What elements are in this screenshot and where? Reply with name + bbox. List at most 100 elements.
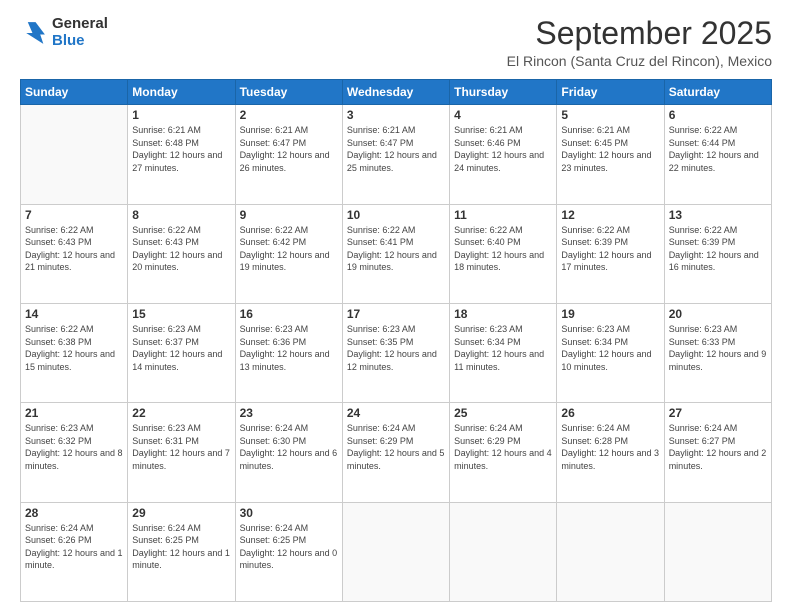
day-info: Sunrise: 6:23 AMSunset: 6:36 PMDaylight:… — [240, 323, 338, 373]
day-number: 18 — [454, 307, 552, 321]
table-row: 26Sunrise: 6:24 AMSunset: 6:28 PMDayligh… — [557, 403, 664, 502]
day-number: 14 — [25, 307, 123, 321]
logo: General Blue — [20, 16, 108, 49]
day-info: Sunrise: 6:21 AMSunset: 6:45 PMDaylight:… — [561, 124, 659, 174]
month-title: September 2025 — [507, 16, 772, 51]
day-info: Sunrise: 6:24 AMSunset: 6:27 PMDaylight:… — [669, 422, 767, 472]
day-info: Sunrise: 6:24 AMSunset: 6:29 PMDaylight:… — [347, 422, 445, 472]
day-number: 17 — [347, 307, 445, 321]
table-row: 29 Sunrise: 6:24 AMSunset: 6:25 PMDayligh… — [128, 502, 235, 601]
day-info: Sunrise: 6:22 AMSunset: 6:39 PMDaylight:… — [669, 224, 767, 274]
table-row: 6 Sunrise: 6:22 AMSunset: 6:44 PMDaylight… — [664, 105, 771, 204]
day-number: 5 — [561, 108, 659, 122]
table-row — [664, 502, 771, 601]
day-number: 7 — [25, 208, 123, 222]
col-wednesday: Wednesday — [342, 80, 449, 105]
calendar-header-row: Sunday Monday Tuesday Wednesday Thursday… — [21, 80, 772, 105]
col-tuesday: Tuesday — [235, 80, 342, 105]
day-info: Sunrise: 6:23 AMSunset: 6:32 PMDaylight:… — [25, 422, 123, 472]
table-row: 30Sunrise: 6:24 AMSunset: 6:25 PMDayligh… — [235, 502, 342, 601]
table-row: 5 Sunrise: 6:21 AMSunset: 6:45 PMDaylight… — [557, 105, 664, 204]
table-row — [450, 502, 557, 601]
table-row: 12 Sunrise: 6:22 AMSunset: 6:39 PMDayligh… — [557, 204, 664, 303]
table-row: 13 Sunrise: 6:22 AMSunset: 6:39 PMDayligh… — [664, 204, 771, 303]
day-info: Sunrise: 6:22 AMSunset: 6:39 PMDaylight:… — [561, 224, 659, 274]
col-thursday: Thursday — [450, 80, 557, 105]
table-row: 2 Sunrise: 6:21 AMSunset: 6:47 PMDaylight… — [235, 105, 342, 204]
day-number: 12 — [561, 208, 659, 222]
day-number: 20 — [669, 307, 767, 321]
table-row: 16 Sunrise: 6:23 AMSunset: 6:36 PMDayligh… — [235, 303, 342, 402]
table-row: 18 Sunrise: 6:23 AMSunset: 6:34 PMDayligh… — [450, 303, 557, 402]
day-number: 25 — [454, 406, 552, 420]
table-row — [21, 105, 128, 204]
day-info: Sunrise: 6:23 AMSunset: 6:34 PMDaylight:… — [454, 323, 552, 373]
table-row: 23Sunrise: 6:24 AMSunset: 6:30 PMDayligh… — [235, 403, 342, 502]
day-number: 19 — [561, 307, 659, 321]
col-friday: Friday — [557, 80, 664, 105]
day-info: Sunrise: 6:21 AMSunset: 6:47 PMDaylight:… — [240, 124, 338, 174]
table-row: 17Sunrise: 6:23 AMSunset: 6:35 PMDayligh… — [342, 303, 449, 402]
day-number: 10 — [347, 208, 445, 222]
header: General Blue September 2025 El Rincon (S… — [20, 16, 772, 69]
calendar-week-row: 7 Sunrise: 6:22 AMSunset: 6:43 PMDaylight… — [21, 204, 772, 303]
day-info: Sunrise: 6:24 AMSunset: 6:25 PMDaylight:… — [240, 522, 338, 572]
day-info: Sunrise: 6:24 AMSunset: 6:26 PMDaylight:… — [25, 522, 123, 572]
day-number: 15 — [132, 307, 230, 321]
day-info: Sunrise: 6:24 AMSunset: 6:29 PMDaylight:… — [454, 422, 552, 472]
table-row: 3 Sunrise: 6:21 AMSunset: 6:47 PMDaylight… — [342, 105, 449, 204]
table-row: 24 Sunrise: 6:24 AMSunset: 6:29 PMDayligh… — [342, 403, 449, 502]
logo-general-text: General — [52, 16, 108, 33]
logo-text: General Blue — [52, 16, 108, 49]
table-row: 15 Sunrise: 6:23 AMSunset: 6:37 PMDayligh… — [128, 303, 235, 402]
day-info: Sunrise: 6:21 AMSunset: 6:47 PMDaylight:… — [347, 124, 445, 174]
day-number: 24 — [347, 406, 445, 420]
day-info: Sunrise: 6:23 AMSunset: 6:37 PMDaylight:… — [132, 323, 230, 373]
day-number: 26 — [561, 406, 659, 420]
day-info: Sunrise: 6:21 AMSunset: 6:48 PMDaylight:… — [132, 124, 230, 174]
day-info: Sunrise: 6:23 AMSunset: 6:33 PMDaylight:… — [669, 323, 767, 373]
day-number: 11 — [454, 208, 552, 222]
day-info: Sunrise: 6:24 AMSunset: 6:25 PMDaylight:… — [132, 522, 230, 572]
col-sunday: Sunday — [21, 80, 128, 105]
title-block: September 2025 El Rincon (Santa Cruz del… — [507, 16, 772, 69]
day-number: 2 — [240, 108, 338, 122]
day-number: 8 — [132, 208, 230, 222]
table-row: 20 Sunrise: 6:23 AMSunset: 6:33 PMDayligh… — [664, 303, 771, 402]
logo-icon — [20, 19, 48, 47]
day-info: Sunrise: 6:22 AMSunset: 6:42 PMDaylight:… — [240, 224, 338, 274]
table-row: 28 Sunrise: 6:24 AMSunset: 6:26 PMDayligh… — [21, 502, 128, 601]
day-number: 22 — [132, 406, 230, 420]
table-row: 11 Sunrise: 6:22 AMSunset: 6:40 PMDayligh… — [450, 204, 557, 303]
table-row: 19Sunrise: 6:23 AMSunset: 6:34 PMDayligh… — [557, 303, 664, 402]
day-number: 13 — [669, 208, 767, 222]
day-number: 6 — [669, 108, 767, 122]
col-saturday: Saturday — [664, 80, 771, 105]
table-row: 1Sunrise: 6:21 AMSunset: 6:48 PMDaylight… — [128, 105, 235, 204]
table-row: 14 Sunrise: 6:22 AMSunset: 6:38 PMDayligh… — [21, 303, 128, 402]
day-number: 3 — [347, 108, 445, 122]
table-row: 10Sunrise: 6:22 AMSunset: 6:41 PMDayligh… — [342, 204, 449, 303]
day-info: Sunrise: 6:22 AMSunset: 6:44 PMDaylight:… — [669, 124, 767, 174]
col-monday: Monday — [128, 80, 235, 105]
day-info: Sunrise: 6:22 AMSunset: 6:43 PMDaylight:… — [25, 224, 123, 274]
day-info: Sunrise: 6:22 AMSunset: 6:40 PMDaylight:… — [454, 224, 552, 274]
day-info: Sunrise: 6:23 AMSunset: 6:31 PMDaylight:… — [132, 422, 230, 472]
day-info: Sunrise: 6:21 AMSunset: 6:46 PMDaylight:… — [454, 124, 552, 174]
table-row: 7 Sunrise: 6:22 AMSunset: 6:43 PMDaylight… — [21, 204, 128, 303]
day-number: 28 — [25, 506, 123, 520]
day-number: 23 — [240, 406, 338, 420]
day-number: 4 — [454, 108, 552, 122]
calendar-table: Sunday Monday Tuesday Wednesday Thursday… — [20, 79, 772, 602]
day-info: Sunrise: 6:22 AMSunset: 6:38 PMDaylight:… — [25, 323, 123, 373]
logo-blue-text: Blue — [52, 33, 108, 50]
day-number: 16 — [240, 307, 338, 321]
day-number: 27 — [669, 406, 767, 420]
day-number: 29 — [132, 506, 230, 520]
calendar-week-row: 1Sunrise: 6:21 AMSunset: 6:48 PMDaylight… — [21, 105, 772, 204]
table-row: 21 Sunrise: 6:23 AMSunset: 6:32 PMDayligh… — [21, 403, 128, 502]
page: General Blue September 2025 El Rincon (S… — [0, 0, 792, 612]
day-number: 21 — [25, 406, 123, 420]
location-title: El Rincon (Santa Cruz del Rincon), Mexic… — [507, 53, 772, 69]
calendar-week-row: 14 Sunrise: 6:22 AMSunset: 6:38 PMDayligh… — [21, 303, 772, 402]
